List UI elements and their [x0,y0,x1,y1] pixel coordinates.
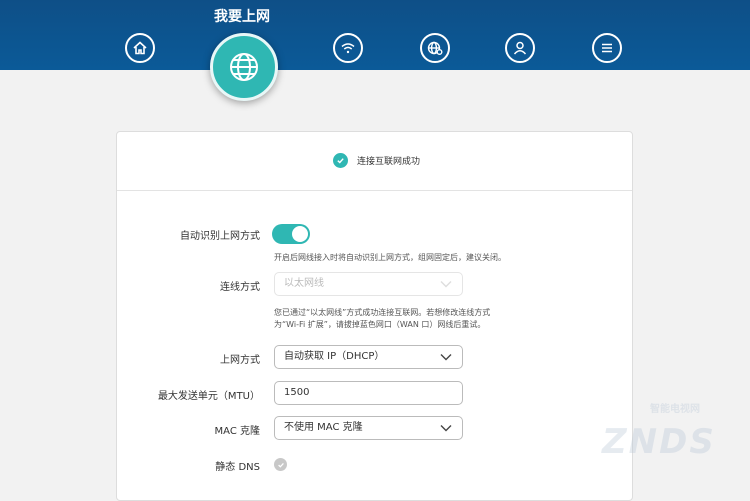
nav-internet-button-active[interactable] [210,33,278,101]
mtu-label: 最大发送单元（MTU） [157,391,260,402]
globe-icon [230,53,258,81]
chevron-down-icon [440,425,452,432]
connection-mode-hint: 您已通过“以太网线”方式成功连接互联网。若想修改连线方式 为“Wi-Fi 扩展”… [274,307,490,331]
mac-clone-value: 不使用 MAC 克隆 [284,422,363,433]
connection-hint-line-1: 您已通过“以太网线”方式成功连接互联网。若想修改连线方式 [274,308,491,317]
static-dns-checkbox[interactable] [274,458,287,471]
mac-clone-select[interactable]: 不使用 MAC 克隆 [274,416,463,440]
connection-hint-line-2: 为“Wi-Fi 扩展”，请拔掉蓝色网口（WAN 口）网线后重试。 [274,320,486,329]
user-icon [513,41,527,55]
nav-menu-button[interactable] [592,33,622,63]
connection-mode-label: 连线方式 [220,282,260,293]
mtu-input[interactable]: 1500 [274,381,463,405]
menu-icon [602,43,612,53]
connection-status-text: 连接互联网成功 [357,157,421,167]
wan-type-select[interactable]: 自动获取 IP（DHCP） [274,345,463,369]
wifi-icon [341,43,355,54]
nav-user-button[interactable] [505,33,535,63]
connection-status-row: 连接互联网成功 [117,132,632,191]
globe-settings-icon [427,41,443,55]
watermark-logo: 智能电视网 ZNDS [592,398,742,462]
connection-mode-value: 以太网线 [284,278,324,289]
top-navigation-bar: 我要上网 [0,0,750,70]
mac-clone-label: MAC 克隆 [214,426,260,437]
auto-detect-hint: 开启后网线接入时将自动识别上网方式，组网固定后，建议关闭。 [274,253,506,262]
connection-mode-select: 以太网线 [274,272,463,296]
page-title: 我要上网 [214,9,270,25]
toggle-knob [292,226,308,242]
wan-type-label: 上网方式 [220,355,260,366]
nav-network-settings-button[interactable] [420,33,450,63]
chevron-down-icon [440,354,452,361]
watermark-text: ZNDS [602,422,716,462]
success-check-icon [333,153,348,168]
auto-detect-toggle[interactable] [272,224,310,244]
chevron-down-icon [440,281,452,288]
home-icon [133,41,147,55]
auto-detect-label: 自动识别上网方式 [180,231,260,242]
static-dns-label: 静态 DNS [215,462,260,473]
nav-home-button[interactable] [125,33,155,63]
watermark-subtitle: 智能电视网 [650,404,700,415]
wan-type-value: 自动获取 IP（DHCP） [284,351,385,362]
nav-wifi-button[interactable] [333,33,363,63]
